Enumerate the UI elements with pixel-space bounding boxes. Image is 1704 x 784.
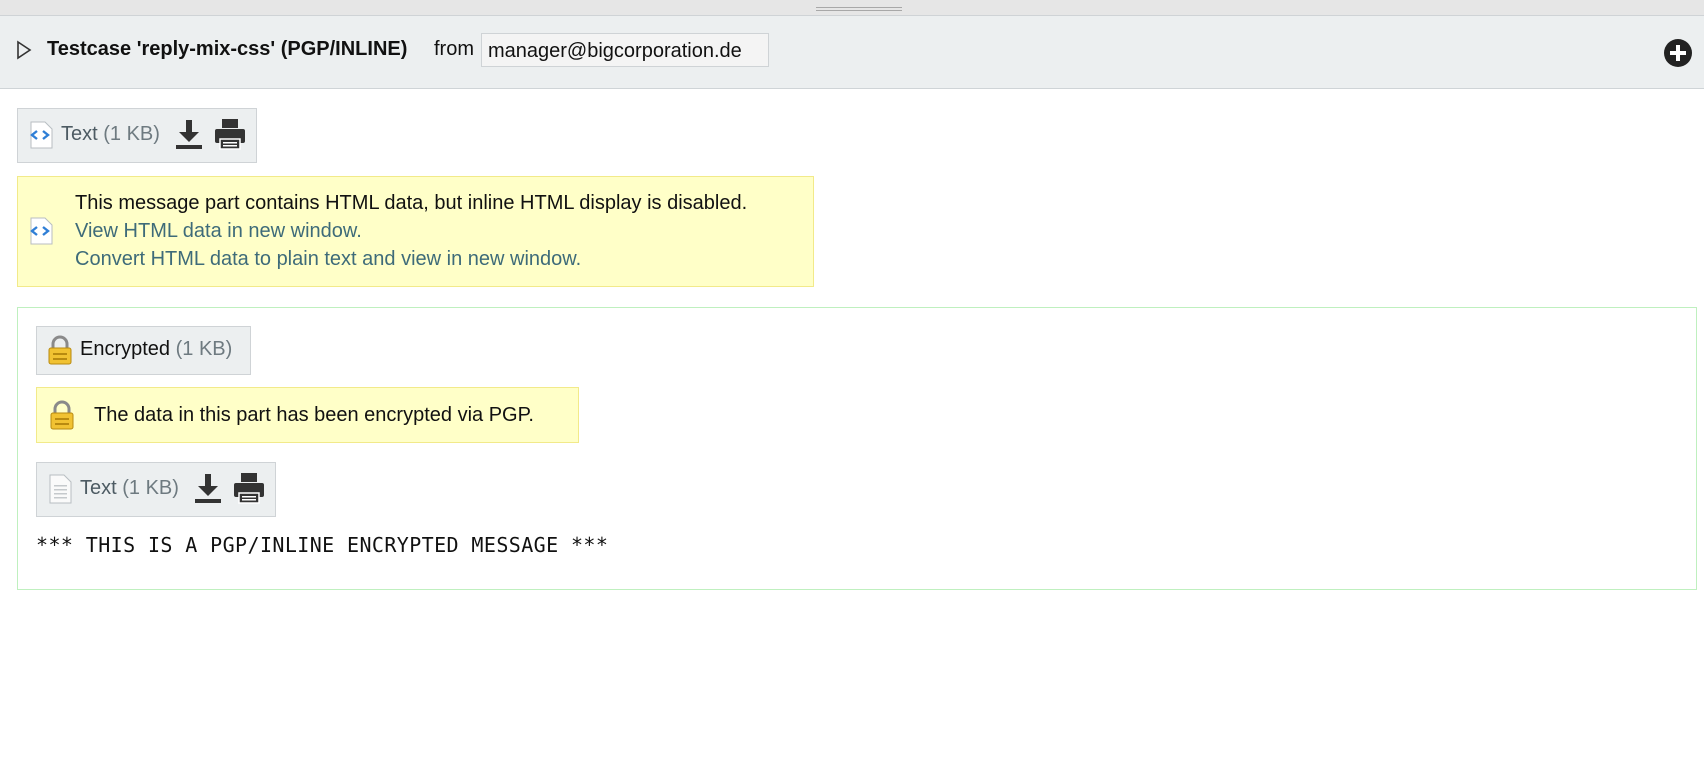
encrypted-part-size: (1 KB) xyxy=(175,338,233,360)
expand-triangle-icon[interactable] xyxy=(16,40,32,60)
text-part-label[interactable]: Text (1 KB) xyxy=(80,477,179,500)
message-body-text: *** THIS IS A PGP/INLINE ENCRYPTED MESSA… xyxy=(36,533,609,557)
print-icon[interactable] xyxy=(232,471,266,505)
encryption-notice-text: The data in this part has been encrypted… xyxy=(94,404,534,426)
message-subject: Testcase 'reply-mix-css' (PGP/INLINE) xyxy=(47,38,408,60)
html-part-name[interactable]: Text xyxy=(61,123,98,145)
pane-splitter[interactable] xyxy=(0,0,1704,16)
text-file-icon xyxy=(49,474,72,504)
splitter-grip-line xyxy=(816,10,902,11)
html-part-label[interactable]: Text (1 KB) xyxy=(61,123,160,146)
lock-icon xyxy=(48,335,72,365)
download-icon[interactable] xyxy=(192,472,224,504)
from-label: from xyxy=(434,38,474,60)
text-part-size: (1 KB) xyxy=(122,477,179,499)
sender-address[interactable]: manager@bigcorporation.de xyxy=(481,33,769,67)
lock-icon xyxy=(50,400,74,430)
encrypted-part-label[interactable]: Encrypted (1 KB) xyxy=(80,338,232,361)
html-part-size: (1 KB) xyxy=(103,123,160,145)
html-disabled-message: This message part contains HTML data, bu… xyxy=(75,192,748,214)
html-file-icon xyxy=(30,217,53,245)
splitter-grip-line xyxy=(816,7,902,8)
print-icon[interactable] xyxy=(213,117,247,151)
text-part-name[interactable]: Text xyxy=(80,477,117,499)
view-html-link[interactable]: View HTML data in new window. xyxy=(75,220,362,243)
add-circle-icon[interactable] xyxy=(1663,38,1693,68)
encrypted-part-name[interactable]: Encrypted xyxy=(80,338,170,360)
html-file-icon xyxy=(30,121,53,149)
download-icon[interactable] xyxy=(173,118,205,150)
convert-html-link[interactable]: Convert HTML data to plain text and view… xyxy=(75,248,581,271)
